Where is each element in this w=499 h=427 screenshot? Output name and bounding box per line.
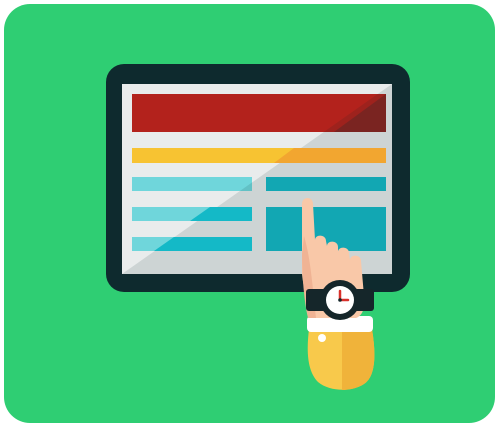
webpage-layout: [122, 84, 392, 274]
sleeve-button: [318, 334, 326, 342]
illustration-svg: [4, 4, 495, 423]
left-bar-1: [132, 177, 252, 191]
wristwatch-icon: [320, 280, 360, 320]
watch-center: [338, 298, 342, 302]
illustration-card: [4, 4, 495, 423]
tablet-icon: [106, 64, 410, 292]
